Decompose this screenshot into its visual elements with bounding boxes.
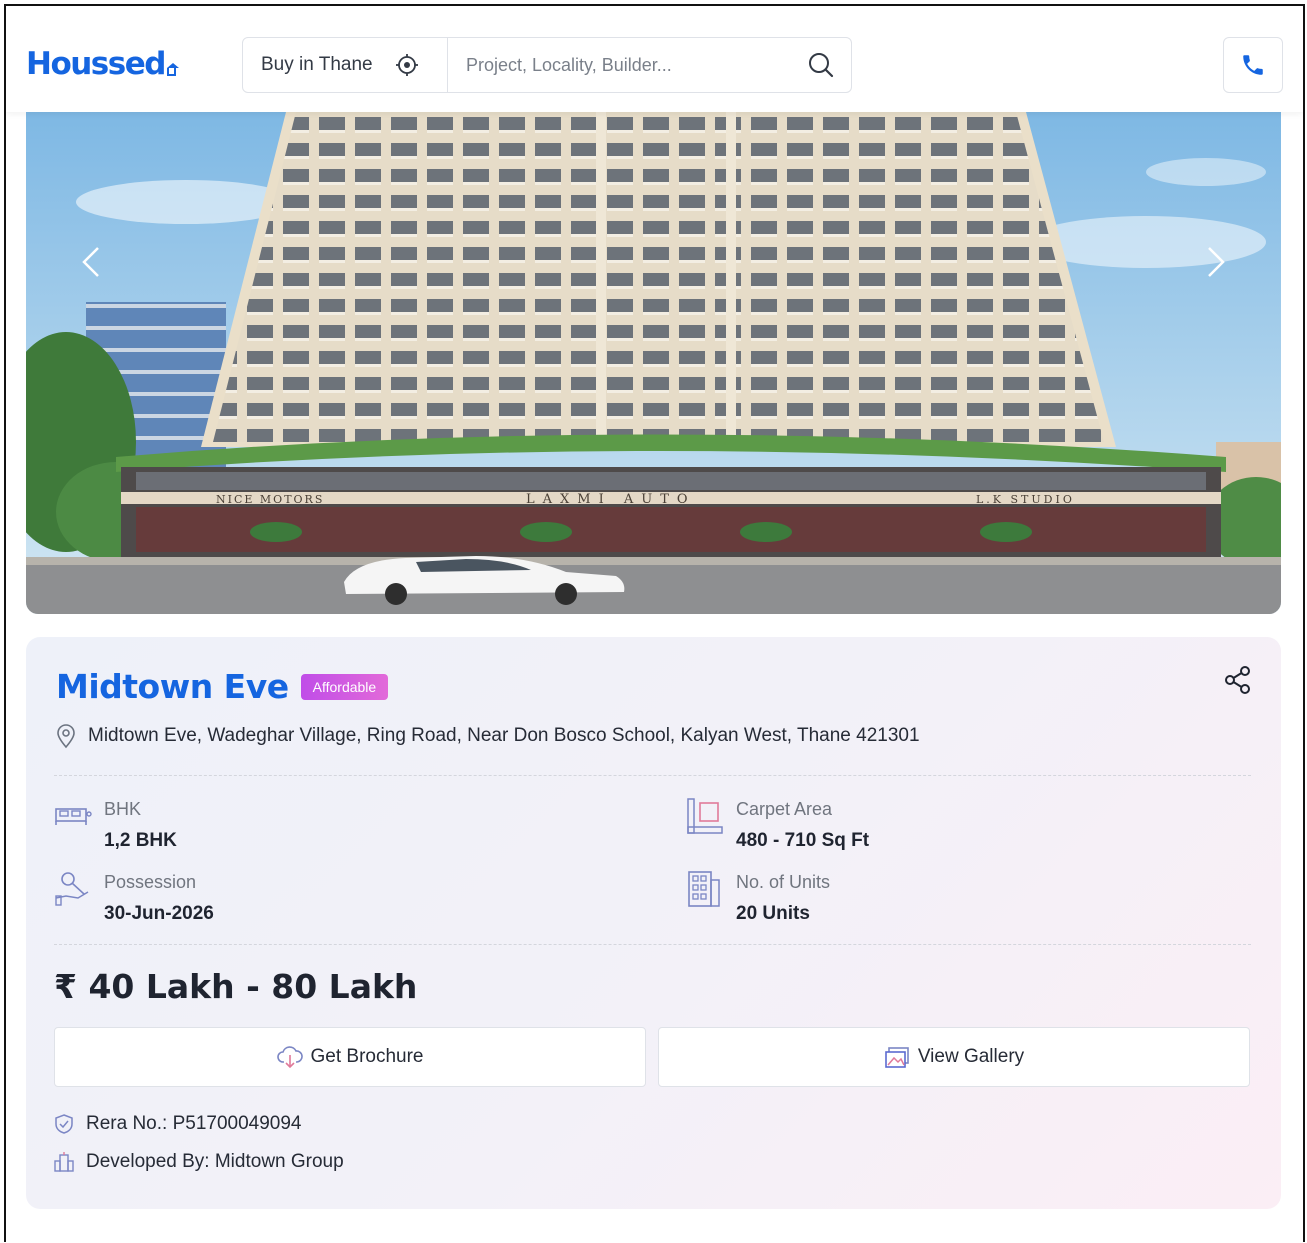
view-gallery-button[interactable]: View Gallery [658, 1027, 1250, 1087]
key-hand-icon [55, 872, 89, 906]
carpet-area-label: Carpet Area [736, 799, 833, 819]
logo-house-icon [166, 63, 179, 76]
developer-name: Developed By: Midtown Group [86, 1151, 344, 1172]
city-selector[interactable]: Buy in Thane [243, 38, 448, 92]
bed-icon [55, 808, 92, 825]
divider [54, 775, 1251, 776]
search-icon[interactable] [807, 51, 835, 79]
carpet-area-icon [687, 798, 723, 834]
developer-building-icon [54, 1152, 74, 1172]
rera-row: Rera No.: P51700049094 [54, 1113, 302, 1135]
spec-bhk: BHK 1,2 BHK [54, 797, 177, 852]
call-button[interactable] [1223, 37, 1283, 93]
units-label: No. of Units [736, 872, 831, 892]
signage-lk-studio: L.K STUDIO [976, 493, 1075, 506]
signage-laxmi-auto: LAXMI AUTO [526, 492, 696, 507]
divider [54, 944, 1251, 945]
possession-value: 30-Jun-2026 [104, 903, 214, 924]
project-details-card: Midtown Eve Affordable Midtown Eve, Wade… [26, 637, 1281, 1209]
building-illustration: NICE MOTORS LAXMI AUTO L.K STUDIO [26, 112, 1281, 614]
top-header: Houssed Buy in Thane [6, 6, 1303, 112]
spec-units: No. of Units 20 Units [686, 870, 830, 925]
search-bar: Buy in Thane [242, 37, 852, 93]
get-brochure-label: Get Brochure [310, 1046, 424, 1067]
gallery-icon [885, 1047, 909, 1068]
project-hero-image: NICE MOTORS LAXMI AUTO L.K STUDIO [26, 112, 1281, 614]
project-address: Midtown Eve, Wadeghar Village, Ring Road… [88, 725, 920, 746]
view-gallery-label: View Gallery [917, 1046, 1025, 1067]
carpet-area-value: 480 - 710 Sq Ft [736, 830, 870, 851]
get-brochure-button[interactable]: Get Brochure [54, 1027, 646, 1087]
price-range: ₹ 40 Lakh - 80 Lakh [54, 967, 418, 1006]
phone-icon [1243, 55, 1263, 75]
signage-nice-motors: NICE MOTORS [216, 493, 324, 506]
possession-label: Possession [104, 872, 197, 892]
units-value: 20 Units [736, 903, 810, 924]
carousel-prev-button[interactable] [76, 242, 106, 282]
building-units-icon [688, 871, 720, 907]
title-row: Midtown Eve Affordable [56, 667, 389, 706]
developer-row: Developed By: Midtown Group [54, 1151, 344, 1173]
location-pin-icon [57, 724, 75, 749]
carousel-next-button[interactable] [1201, 242, 1231, 282]
spec-possession: Possession 30-Jun-2026 [54, 870, 214, 925]
address-row: Midtown Eve, Wadeghar Village, Ring Road… [54, 723, 920, 749]
cloud-download-icon [276, 1046, 303, 1069]
spec-carpet-area: Carpet Area 480 - 710 Sq Ft [686, 797, 869, 852]
city-selector-label: Buy in Thane [261, 54, 373, 75]
page-frame: Houssed Buy in Thane Project, Locality, … [4, 4, 1305, 1242]
brand-logo[interactable]: Houssed [26, 46, 179, 82]
category-badge: Affordable [300, 673, 389, 700]
locate-icon[interactable] [395, 53, 419, 77]
rera-number: Rera No.: P51700049094 [86, 1113, 302, 1134]
bhk-value: 1,2 BHK [104, 830, 177, 851]
share-icon[interactable] [1223, 665, 1253, 695]
search-input[interactable] [448, 38, 807, 92]
bhk-label: BHK [104, 799, 142, 819]
project-title: Midtown Eve [56, 667, 289, 706]
shield-check-icon [55, 1114, 73, 1134]
logo-text: Houssed [26, 46, 166, 82]
